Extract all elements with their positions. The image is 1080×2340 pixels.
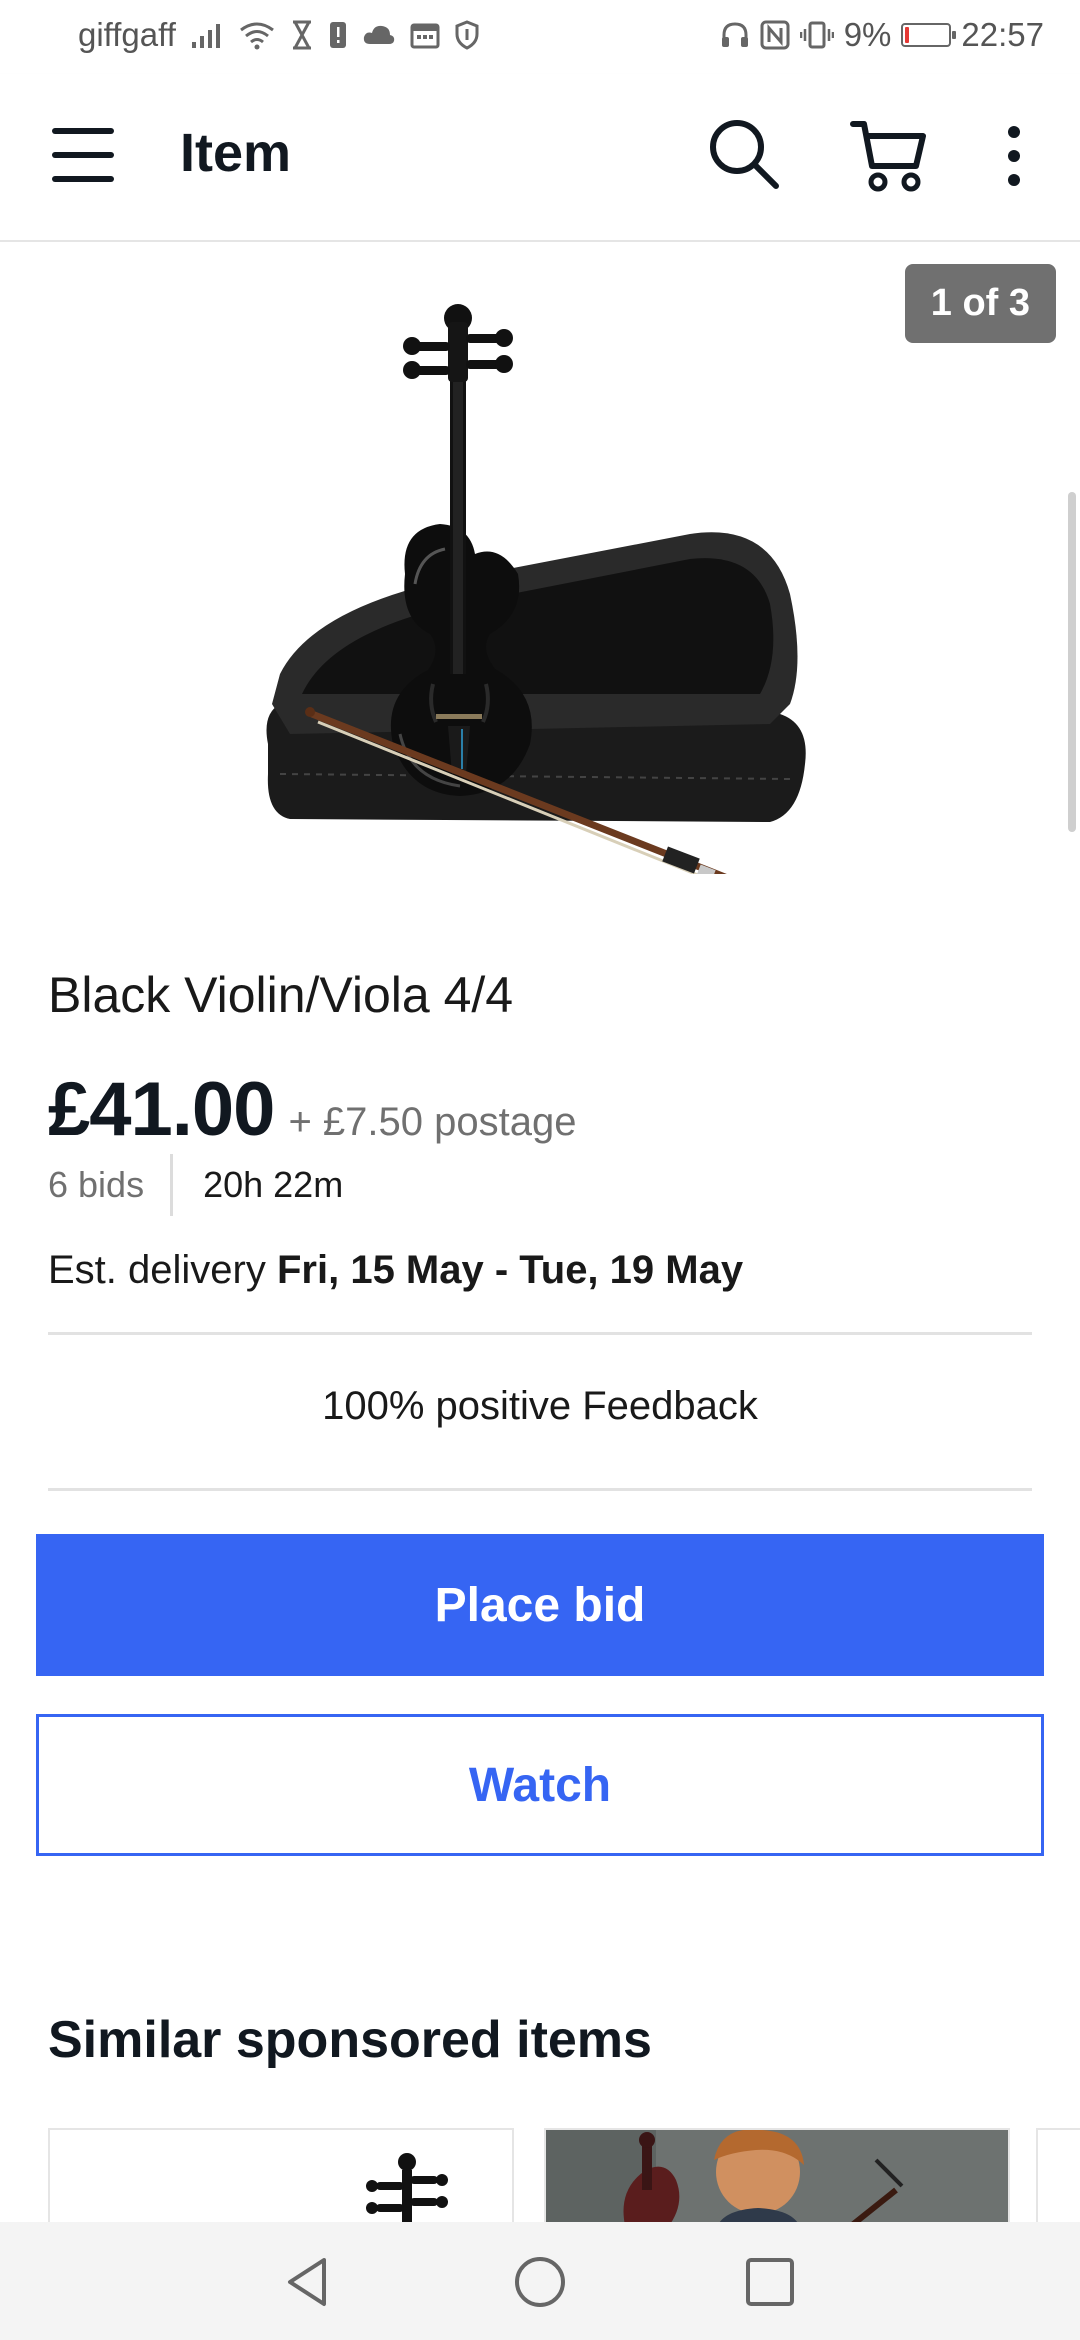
delivery-dates: Fri, 15 May - Tue, 19 May (276, 1248, 744, 1292)
similar-item-image (546, 2130, 1008, 2228)
wifi-icon (239, 22, 274, 50)
status-bar: giffgaff 9% 22:57 (0, 0, 1080, 74)
status-left: giffgaff (78, 16, 480, 54)
signal-icon (191, 24, 220, 48)
back-icon[interactable] (280, 2254, 336, 2310)
seller-feedback[interactable]: 100% positive Feedback (48, 1384, 1032, 1429)
divider-bottom (48, 1488, 1032, 1491)
status-right: 9% 22:57 (720, 16, 1044, 54)
alert-icon (329, 22, 346, 48)
vibrate-icon (799, 21, 834, 49)
scrollbar-thumb[interactable] (1068, 492, 1076, 832)
postage-cost: + £7.50 postage (288, 1100, 577, 1144)
app-bar: Item (0, 74, 1080, 242)
image-counter: 1 of 3 (904, 264, 1056, 343)
estimated-delivery: Est. delivery Fri, 15 May - Tue, 19 May (48, 1248, 743, 1293)
hourglass-icon (292, 20, 311, 50)
system-nav-bar (0, 2222, 1080, 2340)
nfc-icon (760, 20, 790, 50)
search-icon[interactable] (706, 116, 782, 192)
recent-apps-icon[interactable] (742, 2254, 798, 2310)
price-row: £41.00 + £7.50 postage (48, 1066, 576, 1153)
calendar-icon (410, 23, 440, 49)
headphones-icon (721, 22, 748, 47)
bid-count[interactable]: 6 bids (48, 1164, 170, 1206)
similar-item-card[interactable] (1036, 2128, 1080, 2228)
battery-nub (952, 31, 957, 39)
divider-top (48, 1332, 1032, 1335)
carrier-name: giffgaff (78, 16, 176, 53)
similar-item-card[interactable] (48, 2128, 514, 2228)
hamburger-menu-icon[interactable] (52, 122, 116, 188)
similar-item-card[interactable] (544, 2128, 1010, 2228)
cloud-icon (363, 25, 395, 44)
similar-item-image (366, 2153, 448, 2228)
cart-icon[interactable] (850, 118, 928, 194)
similar-items-heading: Similar sponsored items (48, 2011, 652, 2069)
item-price: £41.00 (48, 1067, 275, 1152)
page-title: Item (180, 123, 292, 183)
more-options-icon[interactable] (1000, 124, 1028, 188)
shield-icon (455, 20, 479, 50)
battery-icon (901, 23, 957, 47)
home-icon[interactable] (512, 2254, 568, 2310)
time-left: 20h 22m (203, 1164, 344, 1205)
image-gallery[interactable]: 1 of 3 (0, 242, 1080, 922)
product-image[interactable] (250, 274, 830, 874)
battery-level (905, 27, 910, 43)
item-title: Black Violin/Viola 4/4 (48, 967, 514, 1023)
bid-meta-row: 6 bids 20h 22m (48, 1154, 343, 1216)
battery-percent: 9% (843, 16, 892, 53)
place-bid-button[interactable]: Place bid (36, 1534, 1044, 1676)
watch-button[interactable]: Watch (36, 1714, 1044, 1856)
delivery-label: Est. delivery (48, 1248, 266, 1292)
clock: 22:57 (961, 16, 1044, 53)
